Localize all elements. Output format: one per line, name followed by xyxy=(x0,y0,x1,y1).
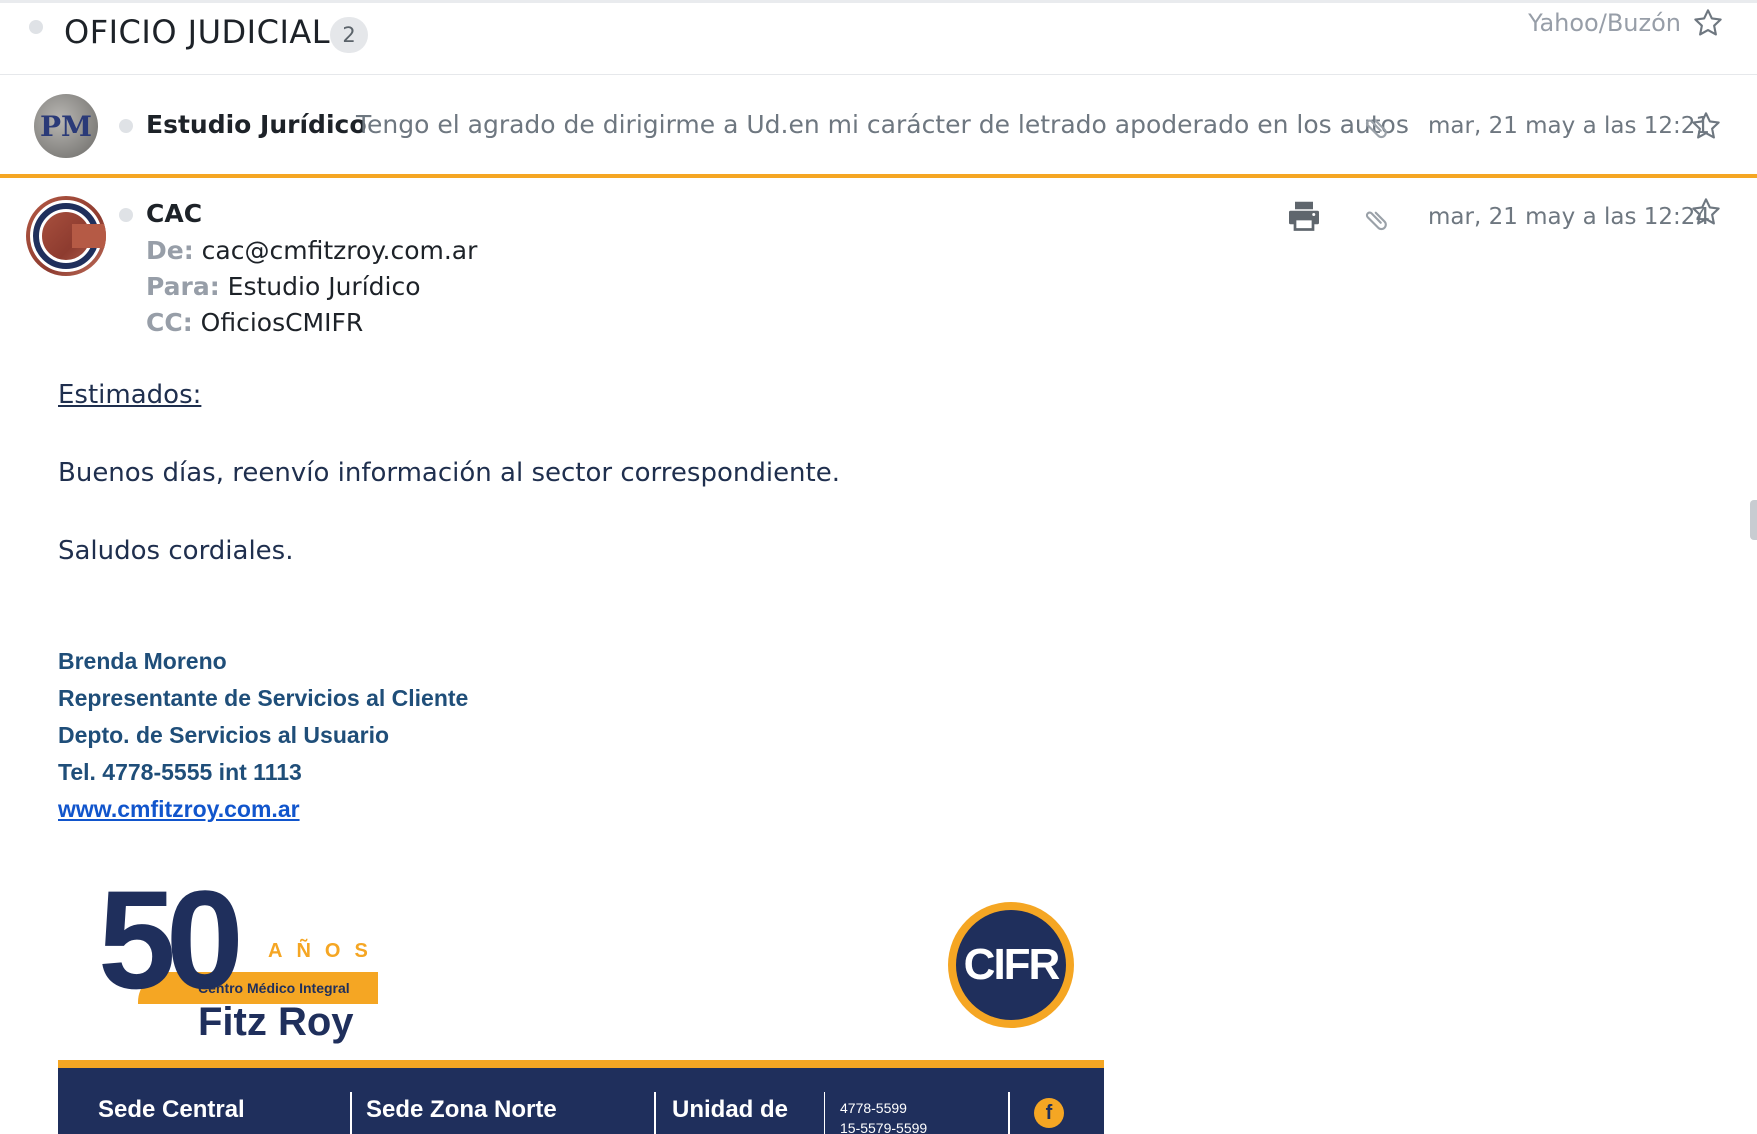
message-date: mar, 21 may a las 12:21 xyxy=(1428,113,1711,139)
scrollbar-handle[interactable] xyxy=(1750,500,1757,540)
cc-line: CC: OficiosCMIFR xyxy=(146,308,363,337)
message-snippet: Tengo el agrado de dirigirme a Ud.en mi … xyxy=(356,110,1409,139)
unread-indicator[interactable] xyxy=(119,119,133,133)
cc-label: CC: xyxy=(146,308,193,337)
from-label: De: xyxy=(146,236,194,265)
facebook-icon[interactable]: f xyxy=(1034,1098,1064,1128)
message-count-badge: 2 xyxy=(330,17,368,53)
star-icon[interactable] xyxy=(1692,7,1724,39)
thread-title: OFICIO JUDICIAL xyxy=(64,13,331,51)
collapsed-message-row[interactable]: PM Estudio Jurídico Tengo el agrado de d… xyxy=(0,76,1757,178)
banner-anos: AÑOS xyxy=(268,940,382,962)
body-line: Buenos días, reenvío información al sect… xyxy=(58,458,840,488)
to-recipient[interactable]: Estudio Jurídico xyxy=(228,272,421,301)
banner-cifr-logo: CIFR xyxy=(948,902,1074,1028)
paperclip-icon xyxy=(1365,119,1387,139)
banner-cifr-text: CIFR xyxy=(956,910,1066,1020)
avatar: PM xyxy=(34,94,98,158)
cc-recipient[interactable]: OficiosCMIFR xyxy=(201,308,364,337)
banner-divider xyxy=(654,1092,656,1134)
unread-indicator[interactable] xyxy=(119,208,133,222)
unread-indicator[interactable] xyxy=(29,20,43,34)
folder-breadcrumb[interactable]: Yahoo/Buzón xyxy=(1528,9,1681,37)
banner-divider xyxy=(1008,1092,1010,1134)
to-label: Para: xyxy=(146,272,220,301)
signature-banner: 50 AÑOS Centro Médico Integral Fitz Roy … xyxy=(58,860,1104,1134)
signature-department: Depto. de Servicios al Usuario xyxy=(58,722,390,748)
banner-footer-band: Sede Central Sede Zona Norte Unidad de 4… xyxy=(58,1060,1104,1134)
body-greeting: Estimados: xyxy=(58,380,202,410)
avatar xyxy=(26,196,106,276)
banner-divider xyxy=(350,1092,352,1134)
message-date: mar, 21 may a las 12:24 xyxy=(1428,204,1711,230)
banner-phone: 4778-5599 xyxy=(840,1100,907,1116)
signature-phone: Tel. 4778-5555 int 1113 xyxy=(58,759,302,785)
banner-org-name: Fitz Roy xyxy=(198,1000,354,1044)
avatar-initials: PM xyxy=(40,110,92,143)
banner-sede-central: Sede Central xyxy=(98,1096,245,1123)
star-icon[interactable] xyxy=(1690,110,1722,142)
to-line: Para: Estudio Jurídico xyxy=(146,272,421,301)
signature-website-link[interactable]: www.cmfitzroy.com.ar xyxy=(58,796,300,823)
from-line: De: cac@cmfitzroy.com.ar xyxy=(146,236,477,265)
banner-org-small: Centro Médico Integral xyxy=(198,980,350,996)
banner-sede-norte: Sede Zona Norte xyxy=(366,1096,557,1123)
sender-name: Estudio Jurídico xyxy=(146,110,367,139)
thread-header: OFICIO JUDICIAL 2 Yahoo/Buzón xyxy=(0,3,1757,75)
banner-unidad: Unidad de xyxy=(672,1096,789,1123)
signature-name: Brenda Moreno xyxy=(58,648,227,674)
from-address[interactable]: cac@cmfitzroy.com.ar xyxy=(202,236,478,265)
banner-phone: 15-5579-5599 xyxy=(840,1120,928,1134)
printer-icon[interactable] xyxy=(1286,198,1322,234)
paperclip-icon[interactable] xyxy=(1362,204,1392,234)
body-closing: Saludos cordiales. xyxy=(58,536,294,566)
sender-name: CAC xyxy=(146,199,203,228)
banner-divider xyxy=(824,1092,825,1134)
signature-role: Representante de Servicios al Cliente xyxy=(58,685,469,711)
star-icon[interactable] xyxy=(1690,196,1722,228)
